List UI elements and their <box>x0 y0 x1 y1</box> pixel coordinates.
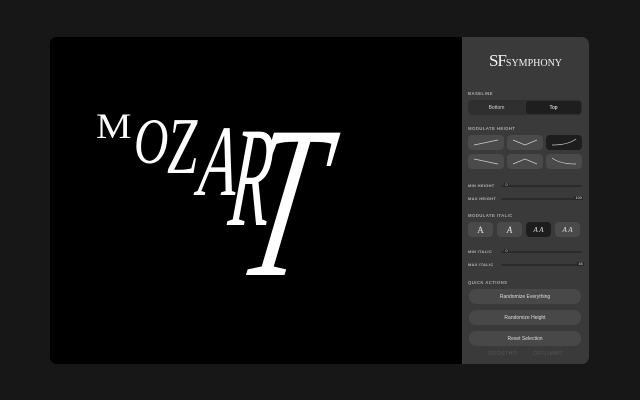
height-preset-ease-up[interactable] <box>546 135 582 150</box>
app-logo: SFSYMPHONY <box>462 51 589 71</box>
min-italic-label: Min Italic <box>468 249 493 254</box>
height-preset-valley-up[interactable] <box>507 154 543 169</box>
max-height-label: Max Height <box>468 196 497 201</box>
italic-preset-slanted[interactable]: A <box>497 222 522 237</box>
letter-o[interactable]: O <box>134 107 168 178</box>
height-preset-peak-down[interactable] <box>507 135 543 150</box>
letter-z[interactable]: Z <box>167 102 198 191</box>
max-height-value[interactable]: 100 <box>574 195 584 200</box>
modulate-italic-label: Modulate Italic <box>468 213 513 218</box>
letter-m[interactable]: M <box>96 107 131 147</box>
min-height-slider[interactable]: Min Height 0 <box>468 182 582 190</box>
modulate-italic-presets: A A A A A A <box>468 222 580 237</box>
max-italic-value[interactable]: 45 <box>577 261 585 266</box>
height-preset-linear-down[interactable] <box>468 154 504 169</box>
type-canvas[interactable]: M O Z A R T <box>50 37 462 364</box>
height-preset-ease-down[interactable] <box>546 154 582 169</box>
min-height-label: Min Height <box>468 183 495 188</box>
max-italic-slider[interactable]: Max Italic 45 <box>468 261 585 269</box>
min-italic-slider[interactable]: Min Italic 0 <box>468 248 582 256</box>
min-height-value[interactable]: 0 <box>504 182 510 187</box>
app-window: M O Z A R T SFSYMPHONY Baseline Bottom T… <box>50 37 589 364</box>
italic-preset-reverse[interactable]: A A <box>555 222 580 237</box>
footer-link-2[interactable]: OFFLIMBO <box>533 351 563 357</box>
logo-sf: SF <box>488 51 507 70</box>
quick-actions-label: Quick Actions <box>468 280 508 285</box>
footer-links: ROOSTHO OFFLIMBO <box>462 351 589 357</box>
min-italic-track[interactable] <box>501 251 582 253</box>
modulate-height-label: Modulate Height <box>468 126 516 131</box>
min-italic-value[interactable]: 0 <box>504 248 510 253</box>
min-height-track[interactable] <box>501 185 582 187</box>
max-height-track[interactable] <box>501 198 582 200</box>
max-italic-track[interactable] <box>501 264 582 266</box>
canvas-art: M O Z A R T <box>96 82 351 323</box>
modulate-height-presets <box>468 135 582 169</box>
italic-preset-ramp[interactable]: A A <box>526 222 551 237</box>
footer-link-1[interactable]: ROOSTHO <box>488 351 517 357</box>
baseline-bottom-button[interactable]: Bottom <box>469 101 524 114</box>
max-italic-label: Max Italic <box>468 262 494 267</box>
baseline-label: Baseline <box>468 91 493 96</box>
italic-preset-upright[interactable]: A <box>468 222 493 237</box>
randomize-everything-button[interactable]: Randomize Everything <box>469 289 581 304</box>
reset-selection-button[interactable]: Reset Selection <box>469 331 581 346</box>
logo-symphony: SYMPHONY <box>505 58 563 69</box>
control-panel: SFSYMPHONY Baseline Bottom Top Modulate … <box>462 37 589 364</box>
baseline-toggle: Bottom Top <box>468 100 582 115</box>
randomize-height-button[interactable]: Randomize Height <box>469 310 581 325</box>
height-preset-linear-up[interactable] <box>468 135 504 150</box>
baseline-top-button[interactable]: Top <box>526 101 581 114</box>
max-height-slider[interactable]: Max Height 100 <box>468 195 584 203</box>
